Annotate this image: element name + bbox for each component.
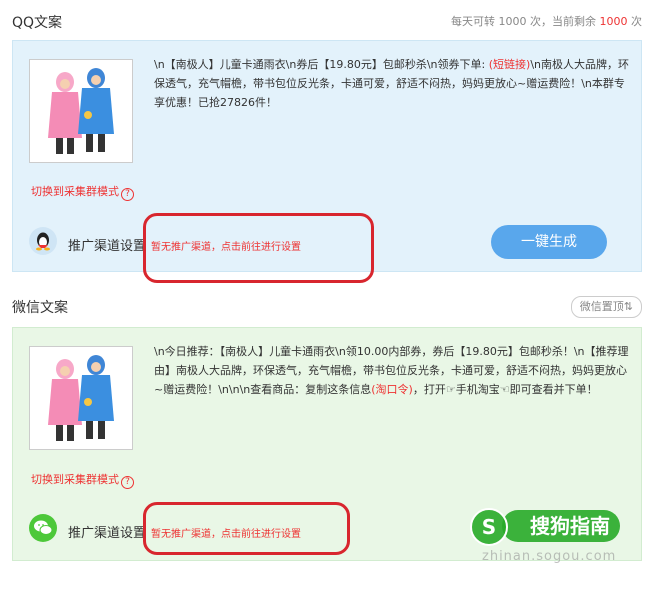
channel-settings-label: 推广渠道设置 xyxy=(68,239,147,254)
product-image xyxy=(29,346,133,450)
help-icon[interactable]: ? xyxy=(121,476,134,489)
sogou-watermark: 搜狗指南 S zhinan.sogou.com xyxy=(470,508,650,568)
switch-collect-mode-link[interactable]: 切换到采集群模式? xyxy=(31,183,134,201)
watermark-url: zhinan.sogou.com xyxy=(482,549,617,564)
wechat-icon xyxy=(29,514,57,542)
qq-copy-text: \n【南极人】儿童卡通雨衣\n券后【19.80元】包邮秒杀\n领券下单: (短链… xyxy=(154,58,630,109)
switch-collect-mode-link[interactable]: 切换到采集群模式? xyxy=(31,471,134,489)
taokouling-link[interactable]: (淘口令) xyxy=(371,383,413,396)
wechat-section-title: 微信文案 xyxy=(12,300,68,316)
qq-section-title: QQ文案 xyxy=(12,15,63,31)
help-icon[interactable]: ? xyxy=(121,188,134,201)
annotation-box xyxy=(143,502,350,555)
annotation-box xyxy=(143,213,374,283)
quota-remaining: 1000 xyxy=(599,15,628,28)
quota-info: 每天可转 1000 次，当前剩余 1000 次 xyxy=(451,15,642,28)
product-image xyxy=(29,59,133,163)
qq-penguin-icon xyxy=(29,227,57,255)
wechat-pin-button[interactable]: 微信置顶⇅ xyxy=(570,296,642,318)
short-link[interactable]: (短链接) xyxy=(489,58,531,71)
generate-button[interactable]: 一键生成 xyxy=(491,225,607,259)
channel-settings-label: 推广渠道设置 xyxy=(68,526,147,541)
wechat-copy-text: \n今日推荐：【南极人】儿童卡通雨衣\n领10.00内部券，券后【19.80元】… xyxy=(154,345,629,396)
sogou-logo-icon: S xyxy=(470,508,508,546)
watermark-text: 搜狗指南 xyxy=(502,510,620,542)
